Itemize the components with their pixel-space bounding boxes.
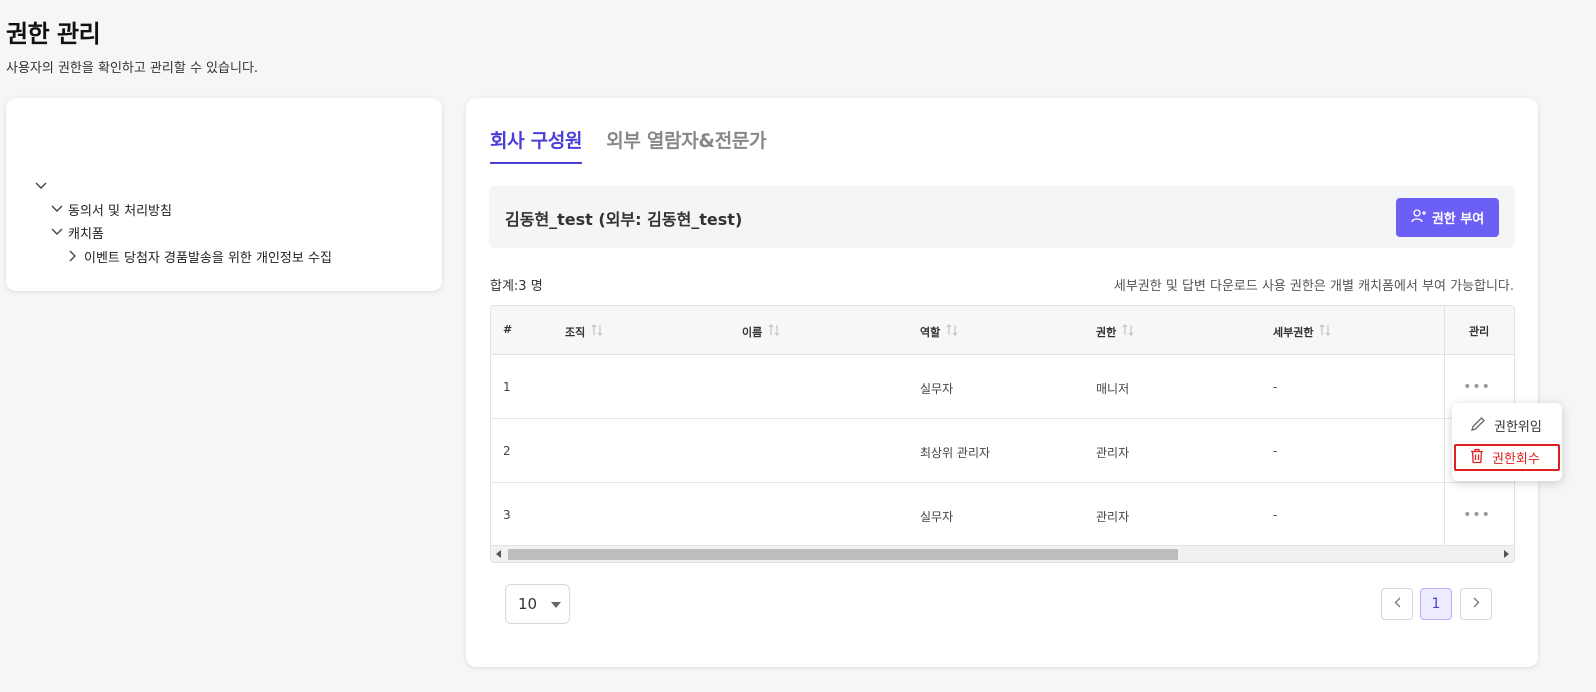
row-more-button[interactable]: ••• (1460, 505, 1494, 525)
pencil-icon (1470, 416, 1486, 436)
add-user-icon (1411, 208, 1427, 227)
chevron-right-icon (1473, 596, 1480, 612)
scroll-right-icon[interactable] (1504, 550, 1509, 558)
cell-detail: - (1273, 508, 1278, 522)
page-size-select[interactable]: 10 (505, 584, 570, 624)
menu-item-revoke[interactable]: 권한회수 (1454, 444, 1560, 471)
tree-item-label: 캐치폼 (68, 226, 104, 242)
members-panel: 회사 구성원 외부 열람자&전문가 김동현_test (외부: 김동현_test… (466, 98, 1538, 667)
sort-icon[interactable] (1122, 323, 1134, 340)
page-title: 권한 관리 (6, 20, 101, 48)
members-table: # 조직 이름 역할 권한 세부권한 관리 1 실무자 매니저 - 2 최상위 … (490, 305, 1515, 563)
tree-item-event[interactable]: 이벤트 당첨자 경품발송을 위한 개인정보 수집 (66, 246, 332, 266)
tree-item-label: 이벤트 당첨자 경품발송을 위한 개인정보 수집 (84, 250, 332, 266)
cell-num: 1 (503, 380, 511, 394)
page-subtitle: 사용자의 권한을 확인하고 관리할 수 있습니다. (6, 61, 259, 76)
column-header-name[interactable]: 이름 (742, 323, 780, 340)
prev-page-button[interactable] (1381, 588, 1413, 620)
tree-item-consent[interactable]: 동의서 및 처리방침 (50, 199, 172, 219)
grant-permission-button[interactable]: 권한 부여 (1396, 198, 1499, 237)
trash-icon (1470, 448, 1484, 468)
cell-permission: 관리자 (1096, 510, 1130, 524)
chevron-left-icon (1394, 596, 1401, 612)
table-row: 2 최상위 관리자 관리자 - (491, 419, 1514, 483)
table-header: # 조직 이름 역할 권한 세부권한 관리 (491, 306, 1514, 355)
column-header-permission[interactable]: 권한 (1096, 323, 1134, 340)
tab-bar: 회사 구성원 외부 열람자&전문가 (490, 126, 767, 164)
column-header-detail[interactable]: 세부권한 (1273, 323, 1331, 340)
more-icon: ••• (1463, 379, 1491, 395)
cell-num: 3 (503, 508, 511, 522)
tab-company-members[interactable]: 회사 구성원 (490, 126, 583, 164)
row-action-menu: 권한위임 권한회수 (1452, 403, 1562, 481)
scrollbar-thumb[interactable] (508, 549, 1178, 560)
sort-icon[interactable] (946, 323, 958, 340)
column-header-role[interactable]: 역할 (920, 323, 958, 340)
grant-button-label: 권한 부여 (1431, 212, 1485, 227)
chevron-down-icon[interactable] (50, 202, 64, 216)
tab-external-viewers[interactable]: 외부 열람자&전문가 (606, 126, 766, 164)
next-page-button[interactable] (1460, 588, 1492, 620)
cell-detail: - (1273, 380, 1278, 394)
menu-item-label: 권한회수 (1492, 452, 1540, 467)
scroll-left-icon[interactable] (496, 550, 501, 558)
sort-icon[interactable] (1319, 323, 1331, 340)
table-row: 1 실무자 매니저 - (491, 355, 1514, 419)
total-count: 합계:3 명 (490, 279, 543, 294)
sort-icon[interactable] (591, 323, 603, 340)
cell-role: 최상위 관리자 (920, 446, 991, 460)
tree-item-root[interactable] (34, 176, 52, 196)
selected-member-name: 김동현_test (외부: 김동현_test) (505, 210, 743, 229)
page-button-current[interactable]: 1 (1420, 588, 1452, 620)
cell-num: 2 (503, 444, 511, 458)
column-header-num: # (503, 323, 513, 336)
row-more-button[interactable]: ••• (1460, 377, 1494, 397)
cell-permission: 매니저 (1096, 382, 1130, 396)
org-tree-panel: 동의서 및 처리방침 캐치폼 이벤트 당첨자 경품발송을 위한 개인정보 수집 (6, 98, 442, 291)
sort-icon[interactable] (768, 323, 780, 340)
chevron-right-icon[interactable] (66, 249, 80, 263)
page-size-value: 10 (518, 595, 538, 613)
table-row: 3 실무자 관리자 - (491, 483, 1514, 547)
cell-permission: 관리자 (1096, 446, 1130, 460)
cell-detail: - (1273, 444, 1278, 458)
chevron-down-icon[interactable] (50, 225, 64, 239)
more-icon: ••• (1463, 507, 1491, 523)
horizontal-scrollbar[interactable] (491, 545, 1514, 562)
menu-item-delegate[interactable]: 권한위임 (1454, 412, 1560, 439)
tree-item-catchform[interactable]: 캐치폼 (50, 222, 104, 242)
selected-member-bar: 김동현_test (외부: 김동현_test) 권한 부여 (489, 186, 1515, 248)
caret-down-icon (551, 602, 561, 608)
cell-role: 실무자 (920, 382, 954, 396)
chevron-down-icon[interactable] (34, 179, 48, 193)
column-header-org[interactable]: 조직 (565, 323, 603, 340)
tree-item-label: 동의서 및 처리방침 (68, 203, 172, 219)
permission-notice: 세부권한 및 답변 다운로드 사용 권한은 개별 캐치폼에서 부여 가능합니다. (1113, 279, 1514, 294)
cell-role: 실무자 (920, 510, 954, 524)
menu-item-label: 권한위임 (1494, 420, 1542, 435)
